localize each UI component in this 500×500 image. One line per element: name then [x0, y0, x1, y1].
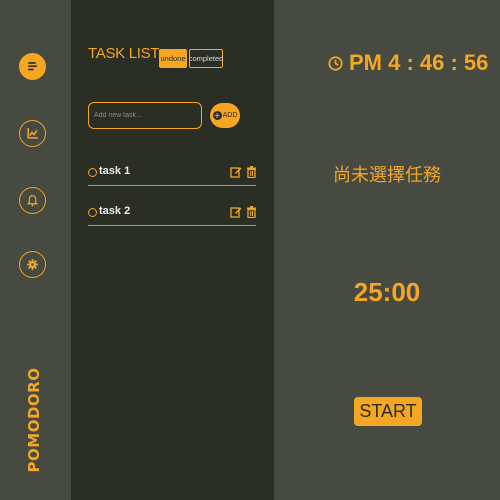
clock-icon — [328, 55, 343, 71]
countdown-timer: 25:00 — [353, 277, 421, 307]
task-checkbox[interactable] — [88, 208, 97, 217]
gear-icon — [27, 259, 38, 270]
nav-notifications-button[interactable] — [19, 187, 46, 214]
chart-icon — [27, 128, 38, 139]
task-checkbox[interactable] — [88, 168, 97, 177]
task-row[interactable]: task 1 — [88, 160, 256, 186]
current-task-status: 尚未選擇任務 — [333, 165, 441, 186]
edit-icon[interactable] — [230, 166, 242, 178]
task-row[interactable]: task 2 — [88, 200, 256, 226]
current-time: PM 4 : 46 : 56 — [328, 50, 488, 76]
brand-logo-text: POMODORO — [25, 367, 43, 473]
task-name: task 2 — [99, 205, 131, 217]
bell-icon — [26, 195, 39, 207]
tab-completed[interactable]: completed — [189, 49, 223, 68]
timer-panel: PM 4 : 46 : 56 尚未選擇任務 25:00 START — [274, 0, 500, 500]
tab-undone[interactable]: undone — [159, 49, 187, 68]
task-panel: TASK LIST undone completed + ADD task 1 … — [71, 0, 274, 500]
new-task-input[interactable] — [88, 102, 202, 129]
nav-tasks-button[interactable] — [19, 53, 46, 80]
task-list-title: TASK LIST — [88, 45, 160, 62]
trash-icon[interactable] — [246, 166, 257, 178]
list-icon — [28, 62, 37, 71]
nav-settings-button[interactable] — [19, 251, 46, 278]
sidebar: POMODORO — [0, 0, 71, 500]
add-button-label: ADD — [222, 112, 238, 119]
start-button[interactable]: START — [354, 397, 422, 426]
plus-icon: + — [212, 111, 222, 120]
clock-text: PM 4 : 46 : 56 — [349, 50, 489, 75]
add-task-button[interactable]: + ADD — [210, 103, 240, 128]
edit-icon[interactable] — [230, 206, 242, 218]
task-name: task 1 — [99, 165, 131, 177]
nav-analytics-button[interactable] — [19, 120, 46, 147]
trash-icon[interactable] — [246, 206, 257, 218]
